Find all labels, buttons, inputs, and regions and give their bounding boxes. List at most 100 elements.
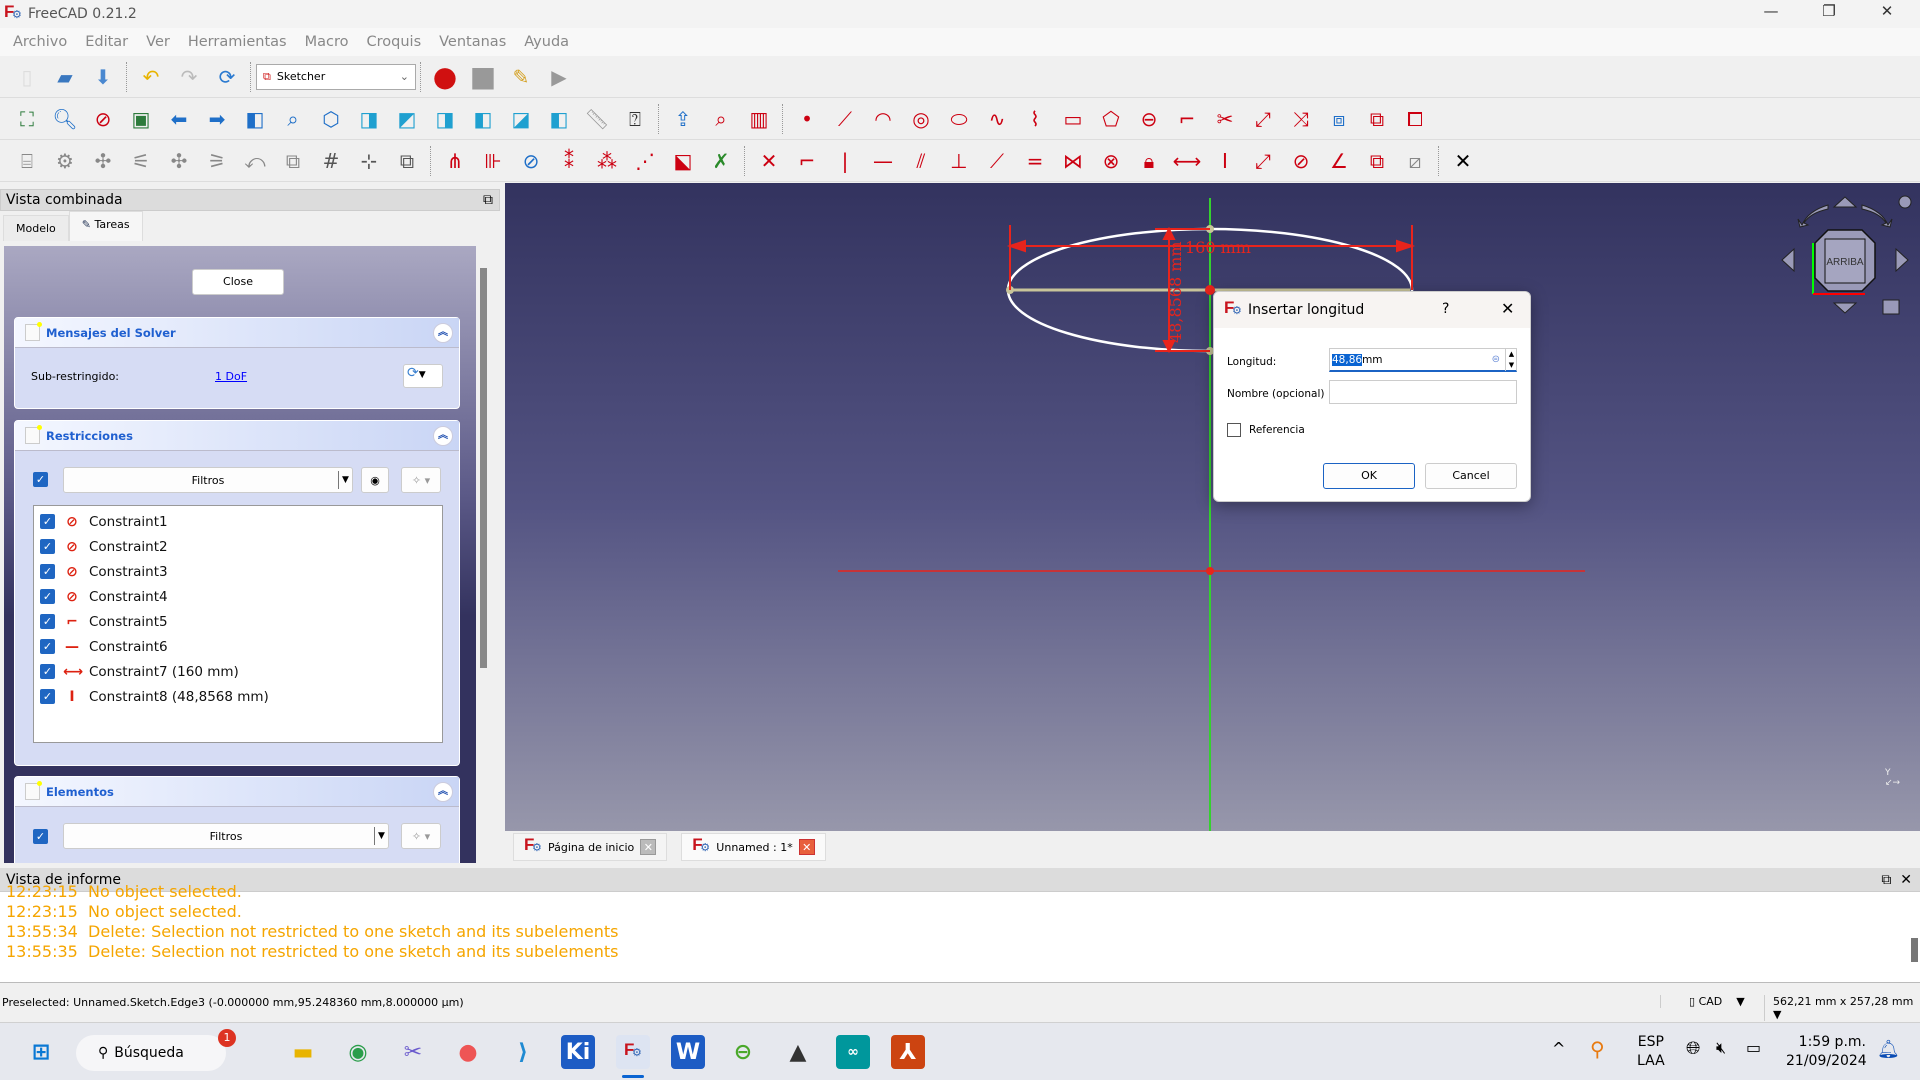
constraint-item[interactable]: ✓ — Constraint6	[34, 634, 442, 659]
conic-icon[interactable]: ⬭	[945, 105, 973, 133]
task-scrollbar[interactable]	[478, 246, 492, 863]
constraint-item[interactable]: ✓ ⟷ Constraint7 (160 mm)	[34, 659, 442, 684]
auto-update-button[interactable]: ⟳▼	[403, 364, 443, 388]
rotate-icon[interactable]: ⊘	[517, 147, 545, 175]
lock-icon[interactable]: 🔒︎	[1135, 147, 1163, 175]
iso-view-cube-icon[interactable]	[1882, 299, 1900, 315]
constraint-item[interactable]: ✓ ⊘ Constraint2	[34, 534, 442, 559]
constraint-item[interactable]: ✓ ⊘ Constraint3	[34, 559, 442, 584]
navigation-cube[interactable]: ARRIBA	[1770, 183, 1920, 333]
view-bottom-icon[interactable]: ◪	[507, 105, 535, 133]
constraint-item[interactable]: ✓ I Constraint8 (48,8568 mm)	[34, 684, 442, 709]
equal-icon[interactable]: =	[1021, 147, 1049, 175]
refresh-icon[interactable]: ⟳	[213, 63, 241, 91]
constraint-checkbox[interactable]: ✓	[40, 614, 55, 629]
view-sketch-icon[interactable]: ⌕	[707, 105, 735, 133]
tab-start-page[interactable]: Página de inicio ✕	[513, 833, 668, 861]
select-origin-icon[interactable]: ✣	[89, 147, 117, 175]
back-icon[interactable]: ⬅	[165, 105, 193, 133]
app-icon[interactable]: ⊖	[726, 1035, 760, 1069]
workbench-selector[interactable]: ⧉ Sketcher ⌄	[256, 63, 416, 90]
construction-mode-icon[interactable]: ⧠	[1401, 105, 1429, 133]
float-dock-icon[interactable]: ⧉	[483, 192, 493, 208]
constraints-filter-combo[interactable]: Filtros ▼	[63, 467, 353, 493]
measure-icon[interactable]: ⌕	[279, 105, 307, 133]
vertical-distance-icon[interactable]: I	[1211, 147, 1239, 175]
search-box[interactable]: ⚲ Búsqueda	[76, 1035, 226, 1071]
circle-icon[interactable]: ◎	[907, 105, 935, 133]
show-hidden-icons[interactable]: ^	[1552, 1039, 1565, 1058]
trim-icon[interactable]: ✂	[1211, 105, 1239, 133]
offset-icon[interactable]: ⬕	[669, 147, 697, 175]
tab-modelo[interactable]: Modelo	[3, 215, 69, 241]
ruler-icon[interactable]: 📏︎	[583, 105, 611, 133]
symmetric-constraint-icon[interactable]: ⋈	[1059, 147, 1087, 175]
settings-button[interactable]: ✧ ▾	[401, 823, 441, 849]
whats-this-icon[interactable]: ⍰	[621, 105, 649, 133]
close-dialog-icon[interactable]: ✕	[1501, 299, 1514, 318]
menu-macro[interactable]: Macro	[296, 34, 358, 50]
select-all-elements-checkbox[interactable]: ✓	[33, 829, 48, 844]
angle-icon[interactable]: ∠	[1325, 147, 1353, 175]
merge-icon[interactable]: ⧉	[279, 147, 307, 175]
close-sketch-x-icon[interactable]: ✕	[1449, 147, 1477, 175]
constraint-item[interactable]: ✓ ⊘ Constraint4	[34, 584, 442, 609]
collapse-icon[interactable]: ︽	[433, 782, 453, 802]
view-left-icon[interactable]: ◧	[545, 105, 573, 133]
menu-croquis[interactable]: Croquis	[358, 34, 431, 50]
freecad-taskbar-icon[interactable]	[616, 1035, 650, 1069]
settings-button[interactable]: ✧ ▾	[401, 467, 441, 493]
arduino-icon[interactable]: ∞	[836, 1035, 870, 1069]
ok-button[interactable]: OK	[1323, 463, 1415, 489]
tab-unnamed[interactable]: Unnamed : 1* ✕	[681, 833, 826, 861]
constraint-checkbox[interactable]: ✓	[40, 664, 55, 679]
menu-ayuda[interactable]: Ayuda	[515, 34, 578, 50]
rotate-right-arrow-icon[interactable]	[1895, 247, 1909, 273]
view-rear-icon[interactable]: ◧	[469, 105, 497, 133]
help-button[interactable]: ?	[1442, 301, 1449, 317]
snap-icon[interactable]: ⊹	[355, 147, 383, 175]
select-redundant-icon[interactable]: ✣	[165, 147, 193, 175]
constraint-checkbox[interactable]: ✓	[40, 539, 55, 554]
rotate-cw-icon[interactable]	[1861, 204, 1893, 228]
acrobat-icon[interactable]: ⅄	[891, 1035, 925, 1069]
constraint-checkbox[interactable]: ✓	[40, 639, 55, 654]
bounding-box-icon[interactable]: ▣	[127, 105, 155, 133]
dimension-readout[interactable]: 562,21 mm x 257,28 mm ▼	[1764, 995, 1920, 1021]
spin-arrows-icon[interactable]: ▲ ▼	[1505, 349, 1517, 371]
3d-viewport[interactable]: 160 mm 48,8568 mm ARRIBA Y ↙→	[505, 183, 1920, 831]
new-file-icon[interactable]: ▯	[13, 63, 41, 91]
radius-icon[interactable]: ⊘	[1287, 147, 1315, 175]
word-icon[interactable]: W	[671, 1035, 705, 1069]
dock-buttons[interactable]: ⧉ ✕	[1881, 872, 1912, 888]
rotate-up-arrow-icon[interactable]	[1832, 196, 1858, 208]
windows-start-icon[interactable]: ⊞	[24, 1035, 58, 1069]
move-icon[interactable]: ⁑	[555, 147, 583, 175]
select-conflicting-icon[interactable]: ⚞	[203, 147, 231, 175]
dof-link[interactable]: 1 DoF	[215, 370, 247, 383]
elements-filter-combo[interactable]: Filtros ▼	[63, 823, 389, 849]
constraint-checkbox[interactable]: ✓	[40, 514, 55, 529]
toggle-driving-icon[interactable]: ⧉	[1363, 147, 1391, 175]
close-button[interactable]: Close	[192, 269, 284, 295]
select-axis-icon[interactable]: ⚟	[127, 147, 155, 175]
undo-icon[interactable]: ↶	[137, 63, 165, 91]
scale-icon[interactable]: ⋰	[631, 147, 659, 175]
navigation-style[interactable]: ▯ CAD ▼	[1660, 995, 1745, 1008]
extend-icon[interactable]: ⤢	[1249, 105, 1277, 133]
maximize-button[interactable]: ❐	[1806, 2, 1852, 26]
macro-run-icon[interactable]: ▶	[545, 63, 573, 91]
open-folder-icon[interactable]: ▰	[51, 63, 79, 91]
parallel-icon[interactable]: ⫽	[907, 147, 935, 175]
rectangle-icon[interactable]: ▭	[1059, 105, 1087, 133]
report-scrollbar[interactable]	[1911, 938, 1918, 962]
macro-stop-icon[interactable]: ■	[469, 62, 497, 91]
menu-herramientas[interactable]: Herramientas	[179, 34, 296, 50]
save-icon[interactable]: ⬇	[89, 63, 117, 91]
view-section-icon[interactable]: ▥	[745, 105, 773, 133]
point-icon[interactable]: •	[793, 105, 821, 133]
restore-icon[interactable]: ⤺	[241, 147, 269, 175]
delete-geometry-icon[interactable]: ✗	[707, 147, 735, 175]
close-tab-icon[interactable]: ✕	[640, 839, 657, 855]
rotate-left-arrow-icon[interactable]	[1781, 247, 1795, 273]
